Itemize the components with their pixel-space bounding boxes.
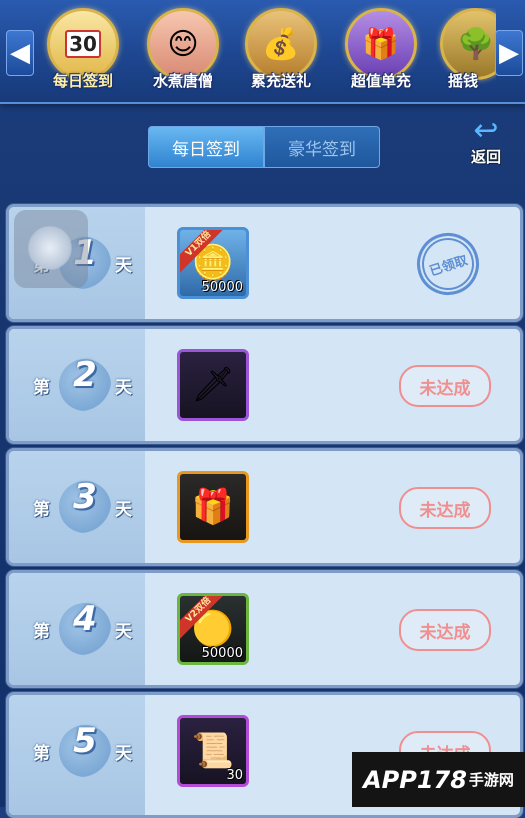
- day-prefix: 第: [33, 622, 50, 642]
- assistive-touch-button[interactable]: [14, 210, 88, 288]
- item-quantity: 50000: [201, 646, 243, 661]
- spear-weapon-icon: 🗡: [191, 365, 235, 405]
- day-prefix: 第: [33, 744, 50, 764]
- item-quantity: 50000: [201, 280, 243, 295]
- day-suffix: 天: [115, 256, 132, 276]
- event-label: 超值单充: [350, 72, 411, 90]
- signin-tabs: 每日签到 豪华签到: [148, 126, 380, 168]
- back-label: 返回: [470, 148, 501, 166]
- day-suffix: 天: [115, 622, 132, 642]
- event-bar: ◀ 30 每日签到 😊 水煮唐僧 💰 累充送礼 🎁 超值单充 🌳 摇钱 ▶: [0, 0, 525, 104]
- back-button[interactable]: ↩ 返回: [462, 116, 510, 168]
- day-prefix: 第: [33, 378, 50, 398]
- scroll-card-icon: 📜: [191, 731, 235, 771]
- reward-item[interactable]: 🪙 V1双倍 50000: [177, 227, 249, 299]
- day-suffix: 天: [115, 500, 132, 520]
- event-single-recharge[interactable]: 🎁 超值单充: [338, 8, 424, 100]
- gift-box-icon: 🎁: [191, 487, 235, 527]
- day-number: 5: [73, 721, 97, 761]
- day-number: 4: [73, 599, 97, 639]
- reward-item[interactable]: 🎁: [177, 471, 249, 543]
- event-label: 累充送礼: [250, 72, 311, 90]
- event-label: 水煮唐僧: [152, 72, 213, 90]
- event-recharge-gift[interactable]: 💰 累充送礼: [238, 8, 324, 100]
- back-arrow-icon: ↩: [473, 113, 499, 148]
- day-column: 第 4 天: [9, 573, 145, 685]
- status-not-reached-button[interactable]: 未达成: [399, 487, 491, 529]
- event-money-tree[interactable]: 🌳 摇钱: [436, 8, 496, 100]
- day-column: 第 3 天: [9, 451, 145, 563]
- status-not-reached-button[interactable]: 未达成: [399, 609, 491, 651]
- reward-item[interactable]: 🗡: [177, 349, 249, 421]
- day-number: 3: [73, 477, 97, 517]
- day-column: 第 2 天: [9, 329, 145, 441]
- watermark-main: APP178: [363, 765, 467, 794]
- day-suffix: 天: [115, 744, 132, 764]
- tab-luxury-signin[interactable]: 豪华签到: [264, 126, 380, 168]
- status-not-reached-button[interactable]: 未达成: [399, 365, 491, 407]
- touch-ring-icon: [28, 226, 72, 270]
- reward-item[interactable]: 📜 30: [177, 715, 249, 787]
- day-number: 2: [73, 355, 97, 395]
- event-label: 摇钱: [448, 72, 479, 90]
- day-suffix: 天: [115, 378, 132, 398]
- claimed-stamp: 已领取: [408, 224, 488, 304]
- reward-item[interactable]: 🟡 V2双倍 50000: [177, 593, 249, 665]
- signin-row-day-2: 第 2 天 🗡 未达成: [6, 326, 523, 444]
- tab-daily-signin[interactable]: 每日签到: [148, 126, 264, 168]
- day-column: 第 5 天: [9, 695, 145, 815]
- event-boiled-monk[interactable]: 😊 水煮唐僧: [140, 8, 226, 100]
- scroll-left-arrow-icon[interactable]: ◀: [6, 30, 34, 76]
- event-label: 每日签到: [52, 72, 113, 90]
- watermark-sub: 手游网: [468, 771, 514, 789]
- signin-row-day-4: 第 4 天 🟡 V2双倍 50000 未达成: [6, 570, 523, 688]
- day-prefix: 第: [33, 500, 50, 520]
- event-daily-signin[interactable]: 30 每日签到: [40, 8, 126, 100]
- site-watermark: APP178 手游网: [352, 752, 525, 807]
- scroll-right-arrow-icon[interactable]: ▶: [495, 30, 523, 76]
- item-quantity: 30: [226, 768, 243, 783]
- signin-row-day-3: 第 3 天 🎁 未达成: [6, 448, 523, 566]
